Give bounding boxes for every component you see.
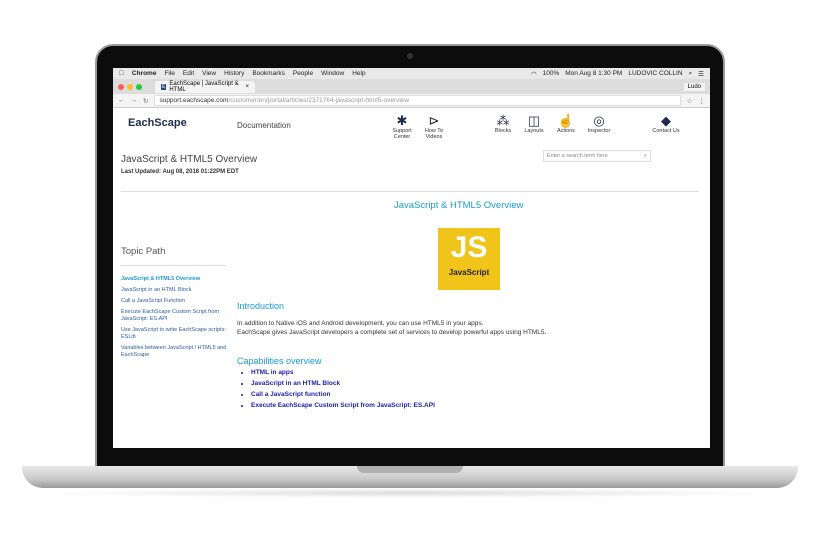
laptop-shadow — [40, 488, 780, 498]
topic-link[interactable]: JavaScript & HTML5 Overview — [121, 276, 229, 283]
profile-button[interactable]: Ludo — [683, 82, 705, 91]
web-page: EachScape Documentation ✱ Support Center … — [113, 108, 710, 448]
capabilities-heading: Capabilities overview — [237, 356, 322, 366]
intro-heading: Introduction — [237, 301, 285, 311]
blocks-icon: ⁂ — [496, 113, 510, 128]
nav-layouts[interactable]: ◫ Layouts — [519, 113, 549, 134]
layouts-icon: ◫ — [527, 113, 541, 128]
nav-how-to-videos[interactable]: ⊳ How To Videos — [419, 113, 449, 140]
capabilities-list: HTML in apps JavaScript in an HTML Block… — [251, 369, 435, 413]
intro-line: In addition to Native iOS and Android de… — [237, 320, 484, 327]
list-icon[interactable]: ☰ — [698, 70, 704, 78]
search-input[interactable]: Enter a search term here ⌕ — [543, 150, 651, 162]
menu-view[interactable]: View — [202, 70, 216, 77]
menu-edit[interactable]: Edit — [183, 70, 194, 77]
tab-bar: E EachScape | JavaScript & HTML × Ludo — [113, 79, 710, 94]
laptop-notch — [357, 466, 463, 473]
capability-link[interactable]: JavaScript in an HTML Block — [251, 380, 435, 387]
reload-icon[interactable]: ↻ — [143, 97, 148, 105]
sidebar-divider — [121, 265, 226, 266]
topic-path-heading: Topic Path — [121, 246, 166, 257]
nav-blocks[interactable]: ⁂ Blocks — [488, 113, 518, 134]
screen:  Chrome File Edit View History Bookmark… — [113, 68, 710, 448]
last-updated: Last Updated: Aug 08, 2016 01:22PM EDT — [121, 169, 239, 175]
back-icon[interactable]: ← — [118, 97, 125, 104]
url-path: /customer/en/portal/articles/2371764-jav… — [228, 97, 410, 104]
menu-people[interactable]: People — [293, 70, 313, 77]
topic-link[interactable]: JavaScript in an HTML Block — [121, 287, 229, 294]
menu-bookmarks[interactable]: Bookmarks — [252, 70, 285, 77]
minimize-icon[interactable] — [127, 83, 133, 90]
inspector-icon: ◎ — [593, 113, 605, 128]
menu-file[interactable]: File — [164, 70, 174, 77]
apple-icon[interactable]:  — [119, 70, 124, 77]
user-name[interactable]: LUDOVIC COLLIN — [628, 70, 682, 78]
intro-text: In addition to Native iOS and Android de… — [237, 319, 546, 337]
nav-inspector[interactable]: ◎ Inspector — [584, 113, 614, 134]
nav-support-center[interactable]: ✱ Support Center — [387, 113, 417, 140]
divider — [121, 191, 699, 192]
search-icon[interactable]: ⌕ — [689, 70, 693, 78]
play-icon: ⊳ — [428, 113, 440, 128]
nav-contact-us[interactable]: ◆ Contact Us — [651, 113, 681, 134]
hand-icon: ☝ — [557, 113, 575, 128]
topic-link[interactable]: Execute EachScape Custom Script from Jav… — [121, 309, 229, 323]
js-logo-caption: JavaScript — [448, 268, 490, 277]
star-icon[interactable]: ☆ — [687, 97, 693, 105]
zoom-icon[interactable] — [136, 83, 142, 90]
menu-history[interactable]: History — [224, 70, 244, 77]
page-title: JavaScript & HTML5 Overview — [121, 154, 258, 165]
address-bar-row: ← → ↻ support.eachscape.com/customer/en/… — [113, 94, 710, 108]
capability-link[interactable]: Call a JavaScript function — [251, 391, 435, 398]
intro-line: EachScape gives JavaScript developers a … — [237, 329, 547, 336]
search-placeholder: Enter a search term here — [547, 153, 608, 159]
browser-tab[interactable]: E EachScape | JavaScript & HTML × — [155, 80, 255, 93]
menu-icon[interactable]: ⋮ — [699, 97, 706, 105]
topic-link[interactable]: Variables between JavaScript / HTML5 and… — [121, 345, 229, 359]
puzzle-icon: ✱ — [396, 113, 408, 128]
contact-icon: ◆ — [661, 113, 671, 128]
menu-app[interactable]: Chrome — [132, 70, 157, 77]
article-title: JavaScript & HTML5 Overview — [394, 200, 524, 211]
close-window-icon[interactable] — [118, 83, 124, 90]
javascript-logo: JS JavaScript — [438, 228, 500, 290]
close-tab-icon[interactable]: × — [245, 84, 249, 90]
clock[interactable]: Mon Aug 8 1:30 PM — [565, 70, 622, 78]
topic-link[interactable]: Call a JavaScript Function — [121, 298, 229, 305]
documentation-label: Documentation — [237, 121, 291, 130]
js-logo-text: JS — [450, 231, 488, 264]
battery[interactable]: 100% — [543, 70, 560, 78]
topic-links: JavaScript & HTML5 Overview JavaScript i… — [121, 276, 229, 363]
url-input[interactable]: support.eachscape.com/customer/en/portal… — [154, 95, 681, 106]
capability-link[interactable]: HTML in apps — [251, 369, 435, 376]
wifi-icon[interactable]: ◠ — [531, 70, 537, 78]
forward-icon[interactable]: → — [131, 97, 138, 104]
nav-actions[interactable]: ☝ Actions — [551, 113, 581, 134]
capability-link[interactable]: Execute EachScape Custom Script from Jav… — [251, 402, 435, 409]
menu-window[interactable]: Window — [321, 70, 344, 77]
camera — [407, 53, 413, 59]
mac-menubar:  Chrome File Edit View History Bookmark… — [113, 68, 710, 79]
favicon: E — [161, 83, 167, 90]
eachscape-logo[interactable]: EachScape — [128, 117, 187, 129]
topic-link[interactable]: Use JavaScript to write EachScape script… — [121, 327, 229, 341]
url-domain: support.eachscape.com — [159, 97, 229, 104]
menu-help[interactable]: Help — [352, 70, 365, 77]
tab-title: EachScape | JavaScript & HTML — [169, 80, 239, 93]
search-icon[interactable]: ⌕ — [644, 153, 647, 159]
